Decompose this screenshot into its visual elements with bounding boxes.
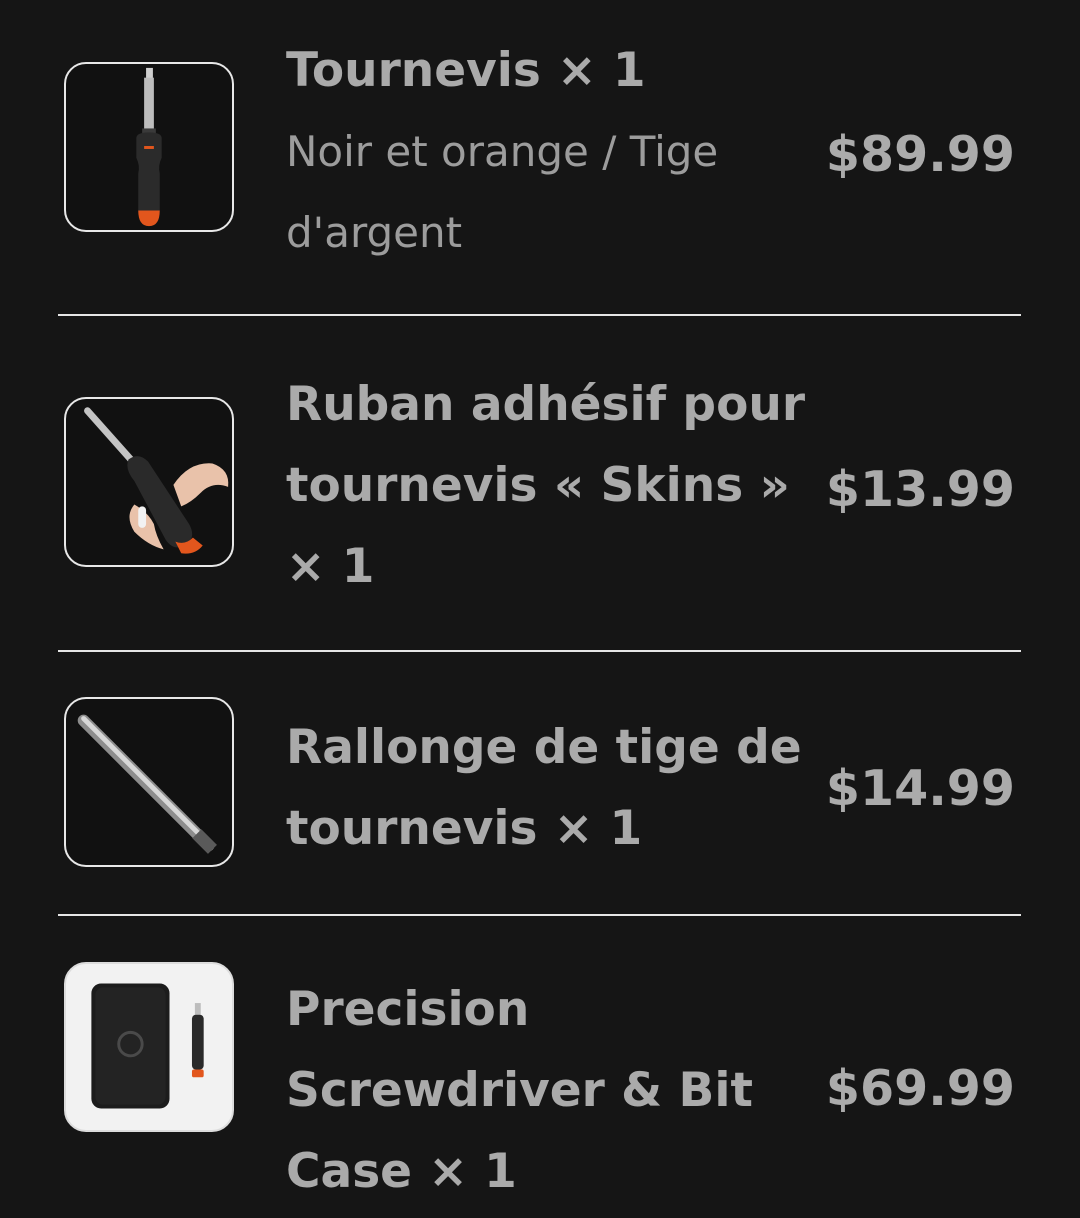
shaft-extension-icon	[77, 714, 217, 854]
product-thumbnail[interactable]	[64, 397, 234, 567]
line-item: Precision Screwdriver & Bit Case × 1 $69…	[58, 916, 1021, 1218]
item-title: Tournevis × 1	[286, 43, 646, 98]
line-item: Ruban adhésif pour tournevis « Skins » ×…	[58, 316, 1021, 652]
item-price: $13.99	[825, 461, 1015, 518]
screwdriver-skin-tape-icon	[84, 407, 229, 554]
item-price: $89.99	[825, 126, 1015, 183]
item-title: Precision Screwdriver & Bit Case × 1	[286, 982, 753, 1199]
line-item: Rallonge de tige de tournevis × 1 $14.99	[58, 652, 1021, 916]
product-thumbnail[interactable]	[64, 962, 234, 1132]
item-title: Rallonge de tige de tournevis × 1	[286, 720, 802, 856]
screwdriver-icon	[136, 67, 162, 227]
item-price: $14.99	[825, 760, 1015, 817]
line-item: Tournevis × 1 Noir et orange / Tige d'ar…	[58, 0, 1021, 316]
bit-case-icon	[91, 983, 204, 1109]
item-variant: Noir et orange / Tige d'argent	[286, 127, 719, 257]
product-thumbnail[interactable]	[64, 62, 234, 232]
item-title: Ruban adhésif pour tournevis « Skins » ×…	[286, 377, 805, 594]
product-thumbnail[interactable]	[64, 697, 234, 867]
item-price: $69.99	[825, 1060, 1015, 1117]
